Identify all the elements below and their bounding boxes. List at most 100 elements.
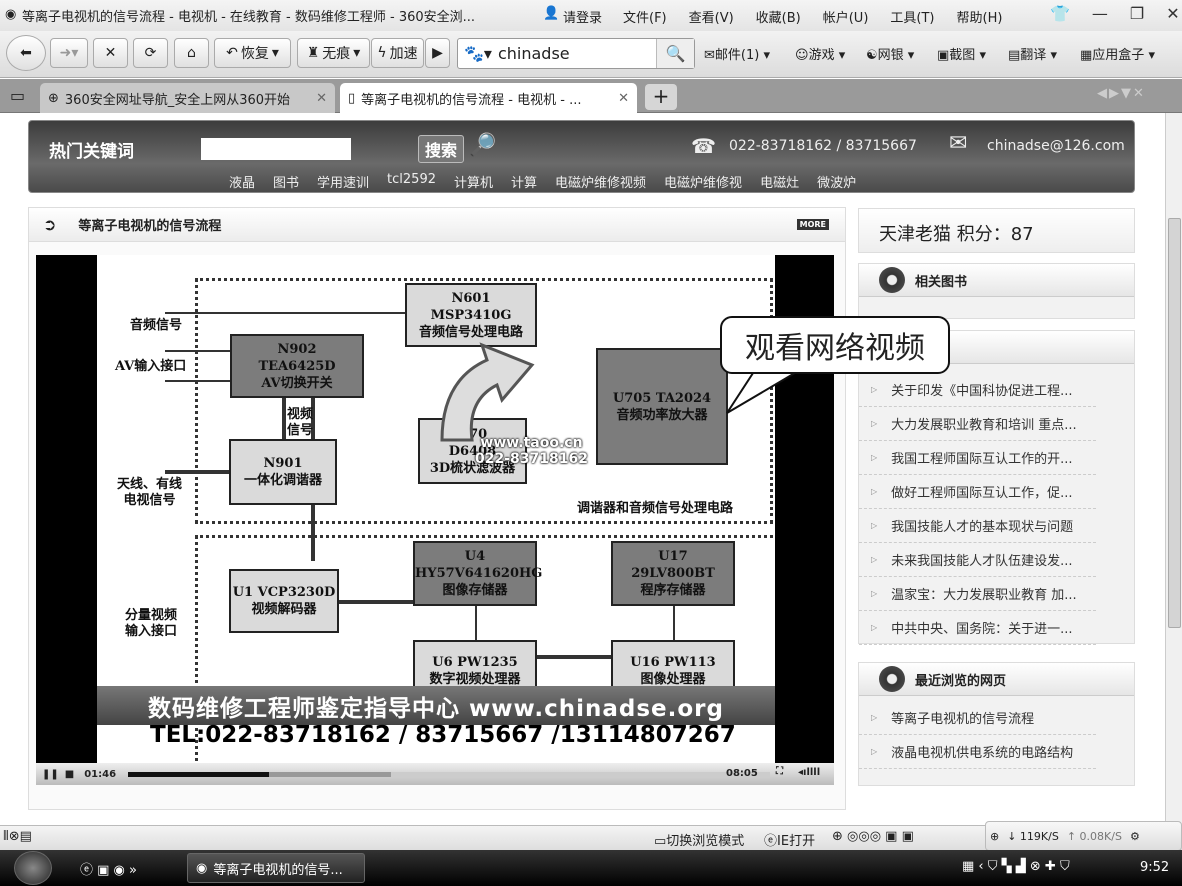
status-bar: ⦀⊗▤ ▭切换浏览模式 ⓔIE打开 ⊕ ◎◎◎ ▣ ▣ ⊕ ↓ 119K/S ↑… — [0, 821, 1182, 851]
news-item[interactable]: ▷ 中共中央、国务院：关于进一... — [859, 611, 1096, 645]
news-item[interactable]: ▷ 我国工程师国际互认工作的开... — [859, 441, 1096, 475]
taskbar-item-browser[interactable]: ◉ 等离子电视机的信号... — [187, 853, 365, 883]
keyword-link[interactable]: tcl2592 — [387, 172, 436, 191]
keyword-link[interactable]: 电磁炉维修视 — [664, 172, 742, 191]
new-tab-button[interactable]: + — [645, 84, 677, 110]
screenshot-button[interactable]: ▣截图 ▾ — [937, 44, 986, 63]
related-books-panel: 相关图书 — [858, 263, 1135, 319]
quick-launch-icons[interactable]: ⓔ ▣ ◉ » — [80, 859, 137, 878]
network-speed-widget[interactable]: ⊕ ↓ 119K/S ↑ 0.08K/S ⚙ — [985, 821, 1182, 851]
news-item[interactable]: ▷ 大力发展职业教育和培训 重点... — [859, 407, 1096, 441]
news-item[interactable]: ▷ 做好工程师国际互认工作，促... — [859, 475, 1096, 509]
watch-video-callout[interactable]: 观看网络视频 — [720, 316, 950, 374]
paw-search-engine-icon[interactable]: 🐾▾ — [464, 44, 492, 63]
sidebar-toggle-icon[interactable]: ▭ — [10, 86, 25, 105]
menu-favorites[interactable]: 收藏(B) — [756, 7, 801, 26]
news-panel: 资讯 ▷关于印发《中国科协促进工程... ▷大力发展职业教育和培训 重点... … — [858, 330, 1135, 645]
fullscreen-button[interactable]: ⛶ — [776, 766, 783, 777]
news-item[interactable]: ▷ 温家宝：大力发展职业教育 加... — [859, 577, 1096, 611]
magnifier-icon: 🔎 — [469, 133, 497, 158]
recent-page-item[interactable]: ▷ 等离子电视机的信号流程 — [859, 701, 1096, 735]
home-button[interactable]: ⌂ — [174, 38, 209, 68]
translate-button[interactable]: ▤翻译 ▾ — [1008, 44, 1057, 63]
tab-scroll-controls[interactable]: ◀▶▼✕ — [1097, 86, 1146, 101]
recent-page-item[interactable]: ▷ 液晶电视机供电系统的电路结构 — [859, 735, 1096, 769]
settings-icon[interactable]: ⚙ — [1130, 830, 1140, 843]
close-tab-icon[interactable]: ✕ — [618, 91, 629, 106]
tray-icons[interactable]: ▦ ‹ ⛉ ▚ ▟ ⊗ ✚ ⛉ — [962, 859, 1070, 874]
refresh-button[interactable]: ⟳ — [133, 38, 168, 68]
menu-account[interactable]: 帐户(U) — [823, 7, 869, 26]
more-button[interactable]: MORE — [796, 219, 829, 230]
tab-current[interactable]: ▯ 等离子电视机的信号流程 - 电视机 - ... ✕ — [340, 83, 637, 113]
incognito-button[interactable]: ♜ 无痕 ▾ — [297, 38, 370, 68]
keyword-link[interactable]: 电磁灶 — [760, 172, 799, 191]
restore-button[interactable]: ↶ 恢复 ▾ — [214, 38, 291, 68]
elapsed-time: 01:46 — [84, 768, 117, 780]
bullet-icon: ▷ — [871, 521, 878, 530]
bullet-icon: ▷ — [871, 453, 878, 462]
back-button[interactable]: ⬅ — [6, 35, 46, 71]
keyword-link[interactable]: 计算 — [511, 172, 537, 191]
seek-bar[interactable] — [128, 772, 770, 777]
av-wire — [165, 350, 230, 352]
stop-button[interactable]: ✕ — [93, 38, 128, 68]
progress-bar — [128, 772, 270, 777]
search-input[interactable]: chinadse — [498, 44, 570, 63]
menu-file[interactable]: 文件(F) — [623, 7, 667, 26]
keyword-search-button[interactable]: 搜索 — [418, 135, 464, 163]
related-books-title: 相关图书 — [915, 274, 968, 290]
keyword-link[interactable]: 微波炉 — [817, 172, 856, 191]
keyword-search-input[interactable] — [201, 138, 351, 160]
taskbar: ⓔ ▣ ◉ » ◉ 等离子电视机的信号... ▦ ‹ ⛉ ▚ ▟ ⊗ ✚ ⛉ 9:… — [0, 850, 1182, 886]
email-link[interactable]: chinadse@126.com — [987, 138, 1125, 154]
menu-view[interactable]: 查看(V) — [689, 7, 734, 26]
keyword-link[interactable]: 图书 — [273, 172, 299, 191]
bank-button[interactable]: ☯网银 ▾ — [866, 44, 914, 63]
expand-button[interactable]: ▶ — [425, 38, 450, 68]
antenna-wire — [165, 470, 230, 474]
stop-button[interactable]: ■ — [65, 769, 74, 780]
mail-button[interactable]: ✉邮件(1) ▾ — [704, 44, 770, 63]
keyword-links: 液晶 图书 学用速训 tcl2592 计算机 计算 电磁炉维修视频 电磁炉维修视… — [229, 172, 856, 191]
video-signal-wire — [282, 397, 286, 439]
start-button[interactable] — [14, 851, 52, 885]
search-box[interactable]: 🐾▾ chinadse 🔍 — [457, 38, 695, 69]
volume-control[interactable]: ◂ıllll — [798, 767, 820, 778]
tab-360-nav[interactable]: ⊕ 360安全网址导航_安全上网从360开始 ✕ — [40, 83, 335, 113]
skin-icon[interactable]: 👕 — [1050, 4, 1070, 23]
pause-button[interactable]: ❚❚ — [42, 769, 59, 780]
switch-mode-button[interactable]: ▭切换浏览模式 — [654, 830, 744, 849]
vertical-scrollbar[interactable] — [1165, 113, 1182, 825]
close-tab-icon[interactable]: ✕ — [316, 91, 327, 106]
status-icons[interactable]: ⊕ ◎◎◎ ▣ ▣ — [832, 829, 914, 844]
keyword-link[interactable]: 液晶 — [229, 172, 255, 191]
user-score-box: 天津老猫 积分：87 — [858, 208, 1135, 253]
keyword-link[interactable]: 学用速训 — [317, 172, 369, 191]
speed-button[interactable]: ϟ 加速 — [371, 38, 424, 68]
games-button[interactable]: ☺游戏 ▾ — [795, 44, 845, 63]
menu-tools[interactable]: 工具(T) — [890, 7, 934, 26]
close-button[interactable]: ✕ — [1166, 4, 1179, 23]
app-box-button[interactable]: ▦应用盒子 ▾ — [1080, 44, 1155, 63]
news-item[interactable]: ▷ 关于印发《中国科协促进工程... — [859, 373, 1096, 407]
ie-open-button[interactable]: ⓔIE打开 — [764, 830, 815, 849]
bullet-icon: ▷ — [871, 589, 878, 598]
keyword-link[interactable]: 电磁炉维修视频 — [555, 172, 646, 191]
news-item[interactable]: ▷ 我国技能人才的基本现状与问题 — [859, 509, 1096, 543]
menu-help[interactable]: 帮助(H) — [957, 7, 1003, 26]
status-tools-icon[interactable]: ⦀⊗▤ — [3, 829, 32, 844]
keyword-link[interactable]: 计算机 — [454, 172, 493, 191]
search-icon[interactable]: 🔍 — [656, 39, 694, 68]
block-u1: U1 VCP3230D 视频解码器 — [229, 569, 339, 633]
news-item[interactable]: ▷ 未来我国技能人才队伍建设发... — [859, 543, 1096, 577]
label-section: 调谐器和音频信号处理电路 — [577, 501, 734, 516]
forward-button[interactable]: ➜▾ — [50, 38, 88, 68]
bullet-icon: ▷ — [871, 419, 878, 428]
block-n902: N902 TEA6425D AV切换开关 — [230, 334, 364, 398]
minimize-button[interactable]: — — [1092, 4, 1108, 23]
login-link[interactable]: 请登录 — [563, 7, 602, 26]
phone-number: 022-83718162 / 83715667 — [729, 138, 917, 154]
maximize-button[interactable]: ❐ — [1130, 4, 1144, 23]
scrollbar-thumb[interactable] — [1168, 218, 1181, 628]
